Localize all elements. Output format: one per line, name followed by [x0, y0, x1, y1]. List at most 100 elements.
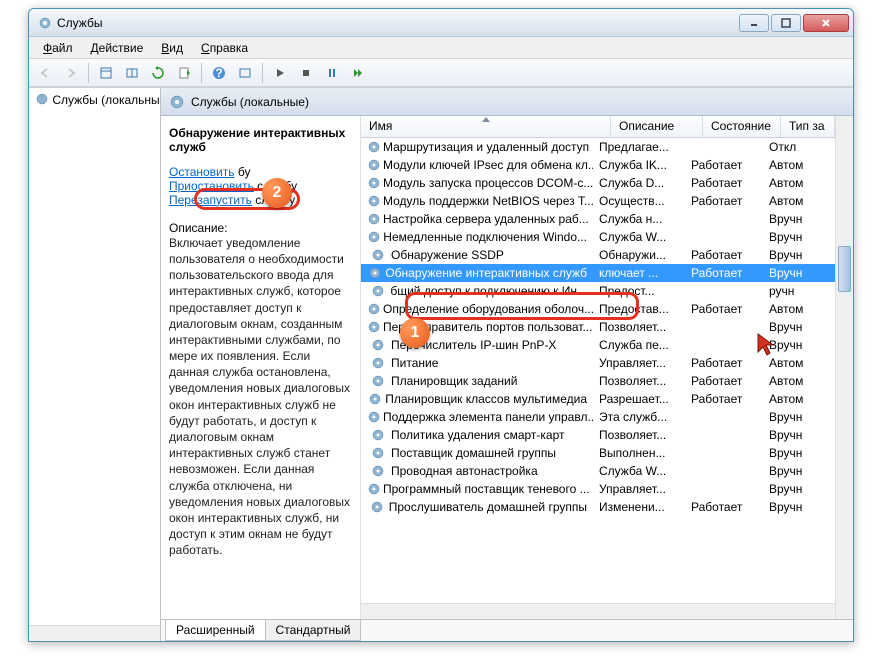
service-row[interactable]: Планировщик заданийПозволяет...РаботаетА… — [361, 372, 835, 390]
service-row[interactable]: Модуль поддержки NetBIOS через T...Осуще… — [361, 192, 835, 210]
service-desc: Позволяет... — [593, 374, 685, 388]
pane-title: Службы (локальные) — [191, 95, 309, 109]
service-name: Обнаружение интерактивных служб — [385, 266, 587, 280]
service-row[interactable]: Политика удаления смарт-карт Позволяет...… — [361, 426, 835, 444]
service-row[interactable]: Настройка сервера удаленных раб...Служба… — [361, 210, 835, 228]
tab-standard[interactable]: Стандартный — [265, 620, 362, 641]
tree-pane: Службы (локальны — [29, 88, 161, 641]
service-desc: Управляет... — [593, 356, 685, 370]
service-row[interactable]: Планировщик классов мультимедиаРазрешает… — [361, 390, 835, 408]
service-name: Программный поставщик теневого ... — [383, 482, 590, 496]
service-type: Автом — [763, 302, 813, 316]
service-name: Модуль поддержки NetBIOS через T... — [383, 194, 593, 208]
service-type: Откл — [763, 140, 813, 154]
service-desc: Служба пе... — [593, 338, 685, 352]
gear-icon — [367, 338, 389, 352]
detail-button[interactable] — [233, 62, 257, 84]
gear-icon — [367, 428, 389, 442]
service-desc: Служба D... — [593, 176, 685, 190]
menu-action[interactable]: Действие — [83, 39, 152, 57]
service-row[interactable]: Прослушиватель домашней группыИзменени..… — [361, 498, 835, 516]
pane-header: Службы (локальные) — [161, 88, 853, 116]
service-name: Модуль запуска процессов DCOM-с... — [383, 176, 593, 190]
service-row[interactable]: Обнаружение SSDPОбнаружи...РаботаетВручн — [361, 246, 835, 264]
gear-icon — [367, 212, 381, 226]
toolbar: ? — [29, 59, 853, 87]
close-button[interactable] — [803, 14, 849, 32]
gear-icon — [367, 302, 381, 316]
service-desc: Служба IK... — [593, 158, 685, 172]
service-name: Маршрутизация и удаленный доступ — [383, 140, 589, 154]
service-row[interactable]: Модуль запуска процессов DCOM-с...Служба… — [361, 174, 835, 192]
show-hide-button[interactable] — [120, 62, 144, 84]
menubar: Файл Действие Вид Справка — [29, 37, 853, 59]
menu-help[interactable]: Справка — [193, 39, 256, 57]
col-desc[interactable]: Описание — [611, 116, 703, 137]
service-row[interactable]: Немедленные подключения Windo... Служба W… — [361, 228, 835, 246]
service-name: Политика удаления смарт-карт — [391, 428, 565, 442]
service-name: Поставщик домашней группы — [391, 446, 556, 460]
col-type[interactable]: Тип за — [781, 116, 835, 137]
refresh-button[interactable] — [146, 62, 170, 84]
gear-icon — [367, 464, 389, 478]
gear-icon — [367, 356, 389, 370]
view-tabs: Расширенный Стандартный — [161, 619, 853, 641]
service-desc: Служба W... — [593, 230, 685, 244]
menu-view[interactable]: Вид — [153, 39, 191, 57]
help-button[interactable]: ? — [207, 62, 231, 84]
service-type: Вручн — [763, 248, 813, 262]
v-scrollbar[interactable] — [835, 116, 853, 619]
service-desc: Управляет... — [593, 482, 685, 496]
service-type: ручн — [763, 284, 813, 298]
menu-file[interactable]: Файл — [35, 39, 81, 57]
window-title: Службы — [57, 16, 739, 30]
gear-icon — [367, 392, 383, 406]
service-state: Работает — [685, 356, 763, 370]
service-row[interactable]: Маршрутизация и удаленный доступПредлага… — [361, 138, 835, 156]
export-button[interactable] — [172, 62, 196, 84]
stop-link[interactable]: Остановить — [169, 165, 235, 179]
service-desc: Разрешает... — [593, 392, 685, 406]
col-state[interactable]: Состояние — [703, 116, 781, 137]
service-state: Работает — [685, 266, 763, 280]
pause-button[interactable] — [320, 62, 344, 84]
service-desc: Служба W... — [593, 464, 685, 478]
service-row[interactable]: Поставщик домашней группыВыполнен...Вруч… — [361, 444, 835, 462]
service-name: Настройка сервера удаленных раб... — [383, 212, 589, 226]
service-desc: Позволяет... — [593, 428, 685, 442]
service-row[interactable]: Проводная автонастройкаСлужба W...Вручн — [361, 462, 835, 480]
service-row[interactable]: Программный поставщик теневого ...Управл… — [361, 480, 835, 498]
service-row[interactable]: Модули ключей IPsec для обмена кл...Служ… — [361, 156, 835, 174]
stop-button[interactable] — [294, 62, 318, 84]
service-type: Вручн — [763, 410, 813, 424]
properties-button[interactable] — [94, 62, 118, 84]
service-type: Вручн — [763, 446, 813, 460]
minimize-button[interactable] — [739, 14, 769, 32]
gear-icon — [367, 410, 381, 424]
service-type: Автом — [763, 176, 813, 190]
selected-service-name: Обнаружение интерактивных служб — [169, 126, 352, 155]
service-name: Планировщик заданий — [391, 374, 517, 388]
tree-item-services[interactable]: Службы (локальны — [29, 88, 160, 111]
maximize-button[interactable] — [771, 14, 801, 32]
gear-icon — [367, 230, 381, 244]
service-row[interactable]: Поддержка элемента панели управл...Эта с… — [361, 408, 835, 426]
h-scrollbar[interactable] — [361, 603, 835, 619]
titlebar[interactable]: Службы — [29, 9, 853, 37]
tab-extended[interactable]: Расширенный — [165, 620, 266, 641]
service-row[interactable]: Обнаружение интерактивных служб ключает .… — [361, 264, 835, 282]
service-desc: ключает ... — [593, 266, 685, 280]
gear-icon — [367, 158, 381, 172]
service-list: Имя Описание Состояние Тип за Маршрутиза… — [361, 116, 835, 619]
services-window: Службы Файл Действие Вид Справка ? — [28, 8, 854, 642]
restart-button[interactable] — [346, 62, 370, 84]
tree-scrollbar[interactable] — [29, 625, 160, 641]
back-button — [33, 62, 57, 84]
service-name: Немедленные подключения Windo... — [383, 230, 587, 244]
service-desc: Эта служб... — [593, 410, 685, 424]
service-desc: Позволяет... — [593, 320, 685, 334]
annotation-badge-2: 2 — [262, 178, 292, 208]
service-name: Обнаружение SSDP — [391, 248, 504, 262]
col-name[interactable]: Имя — [361, 116, 611, 137]
start-button[interactable] — [268, 62, 292, 84]
